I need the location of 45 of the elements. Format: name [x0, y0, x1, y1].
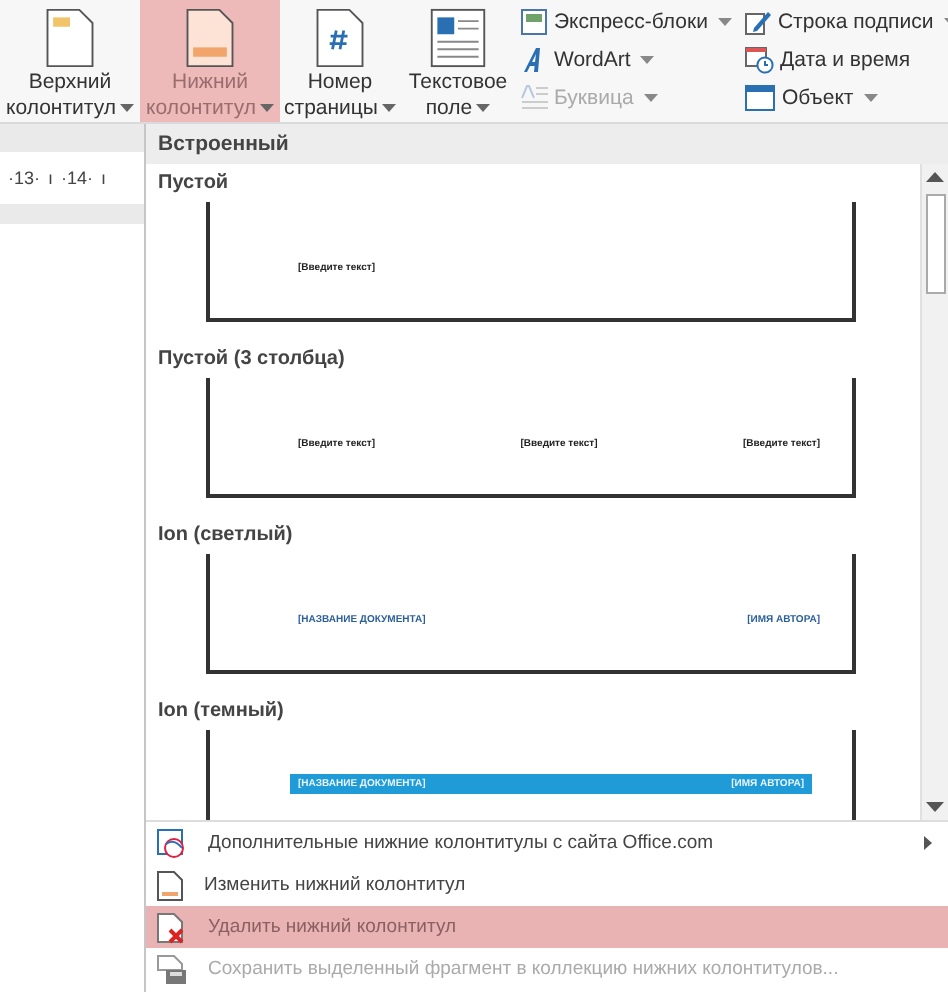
ribbon-menu-button[interactable]: Строка подписи [739, 2, 948, 40]
scroll-up-icon[interactable] [926, 172, 944, 182]
ribbon-menu-button[interactable]: WordArt [516, 40, 736, 78]
drop-cap-icon [520, 83, 548, 111]
ribbon-menu-button[interactable]: Объект [739, 78, 948, 116]
submenu-arrow-icon [924, 836, 932, 850]
caret-icon [640, 55, 655, 63]
page-save-icon [156, 953, 188, 985]
ribbon-button[interactable]: Номер страницы [280, 0, 400, 122]
caret-icon [119, 104, 134, 113]
calendar-clock-icon [743, 45, 774, 73]
page-delete-icon [156, 911, 188, 943]
pen-icon [743, 7, 772, 35]
page-hash-icon [314, 8, 366, 68]
window-icon [743, 83, 776, 111]
scroll-down-icon[interactable] [926, 802, 944, 812]
ruler-mark: ·14· [61, 168, 94, 188]
ruler-mark: ·13· [8, 168, 41, 188]
ruler-mark: ı [101, 168, 107, 188]
caret-icon [643, 93, 658, 101]
scrollbar[interactable] [920, 164, 948, 820]
gallery-item-title: Ion (темный) [158, 698, 286, 724]
caret-icon [259, 104, 274, 113]
blocks-icon [520, 7, 548, 35]
scroll-thumb[interactable] [925, 194, 945, 294]
page-header-icon [44, 8, 96, 68]
ribbon-button[interactable]: Текстовое поле [404, 0, 512, 122]
caret-icon [717, 17, 732, 25]
ribbon-menu-button[interactable]: Экспресс-блоки [516, 2, 736, 40]
page-footer-icon [184, 8, 236, 68]
section-header: Встроенный [146, 124, 948, 164]
gallery-item-title: Ion (светлый) [158, 522, 295, 548]
gallery-item-title: Пустой (3 столбца) [158, 346, 347, 372]
globe-page-icon [156, 827, 188, 859]
caret-icon [863, 93, 878, 101]
menu-item[interactable]: Изменить нижний колонтитул [146, 864, 948, 906]
ribbon-menu-button[interactable]: Дата и время [739, 40, 948, 78]
gallery-item-title: Пустой [158, 170, 231, 196]
menu-item[interactable]: Дополнительные нижние колонтитулы с сайта Office.com [146, 822, 948, 864]
ribbon-button[interactable]: Верхний колонтитул [0, 0, 140, 122]
caret-icon [476, 104, 491, 113]
text-box-icon [428, 8, 488, 68]
caret-icon [381, 104, 396, 113]
ruler-mark: ı [48, 168, 54, 188]
page-footer-icon [156, 869, 184, 901]
